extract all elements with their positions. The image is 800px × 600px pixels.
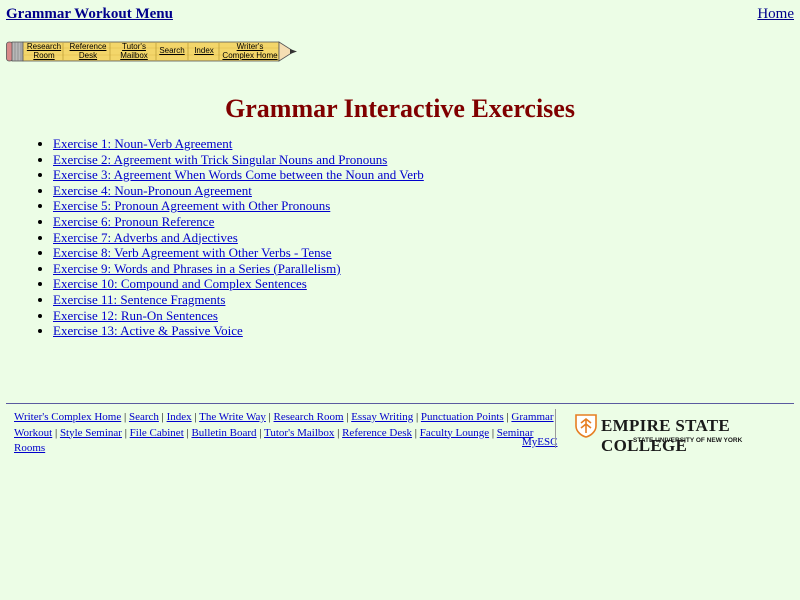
footer-link[interactable]: Reference Desk [342,427,412,439]
exercise-link-13[interactable]: Exercise 13: Active & Passive Voice [53,323,243,338]
footer-link[interactable]: Essay Writing [351,411,413,423]
footer-links: Writer's Complex Home | Search | Index |… [14,410,556,457]
exercise-item: Exercise 12: Run-On Sentences [53,308,424,324]
pencil-nav-reference-desk[interactable]: Reference Desk [68,42,108,61]
exercise-link-10[interactable]: Exercise 10: Compound and Complex Senten… [53,276,307,291]
esc-logo[interactable]: EMPIRE STATE COLLEGE STATE UNIVERSITY OF… [575,413,775,455]
footer-link[interactable]: Research Room [274,411,344,423]
footer-link[interactable]: Punctuation Points [421,411,504,423]
exercise-item: Exercise 4: Noun-Pronoun Agreement [53,183,424,199]
footer-link[interactable]: File Cabinet [130,427,184,439]
footer-link[interactable]: Search [129,411,159,423]
exercise-item: Exercise 8: Verb Agreement with Other Ve… [53,245,424,261]
exercise-list: Exercise 1: Noun-Verb AgreementExercise … [13,136,424,339]
page-title: Grammar Interactive Exercises [225,94,575,123]
footer-separator: | [334,426,343,439]
top-bar: Grammar Workout Menu Home [6,6,794,26]
myesc-link[interactable]: MyESC [522,436,557,448]
pencil-nav-index[interactable]: Index [190,42,218,61]
footer-separator: | [121,426,130,439]
footer-separator: | [265,411,274,423]
footer-vertical-divider [555,409,556,448]
home-link[interactable]: Home [757,6,794,23]
footer-separator: | [158,411,167,423]
exercise-link-2[interactable]: Exercise 2: Agreement with Trick Singula… [53,152,387,167]
footer-link[interactable]: Index [167,411,192,423]
grammar-workout-menu-link[interactable]: Grammar Workout Menu [6,6,173,23]
footer-separator: | [52,426,60,439]
exercise-link-8[interactable]: Exercise 8: Verb Agreement with Other Ve… [53,245,332,260]
pencil-nav-tutors-mailbox[interactable]: Tutor's Mailbox [116,42,152,61]
pencil-nav-research-room[interactable]: Research Room [25,42,63,61]
footer-link[interactable]: Writer's Complex Home [14,411,121,423]
exercise-link-7[interactable]: Exercise 7: Adverbs and Adjectives [53,230,238,245]
footer-link[interactable]: The Write Way [199,411,266,423]
exercise-link-9[interactable]: Exercise 9: Words and Phrases in a Serie… [53,261,341,276]
pencil-nav-search[interactable]: Search [157,42,187,61]
esc-logo-subtitle: STATE UNIVERSITY OF NEW YORK [633,437,743,444]
footer-link[interactable]: Bulletin Board [191,427,256,439]
footer-link[interactable]: Faculty Lounge [420,427,489,439]
exercise-item: Exercise 3: Agreement When Words Come be… [53,167,424,183]
exercise-item: Exercise 9: Words and Phrases in a Serie… [53,261,424,277]
pencil-nav-bar: Research Room Reference Desk Tutor's Mai… [6,41,298,62]
footer-link[interactable]: Style Seminar [60,427,122,439]
footer-separator: | [413,411,421,423]
exercise-link-5[interactable]: Exercise 5: Pronoun Agreement with Other… [53,198,330,213]
exercise-item: Exercise 2: Agreement with Trick Singula… [53,152,424,168]
exercise-link-6[interactable]: Exercise 6: Pronoun Reference [53,214,214,229]
esc-logo-name: EMPIRE STATE COLLEGE [601,416,731,455]
exercise-item: Exercise 1: Noun-Verb Agreement [53,136,424,152]
esc-shield-icon [575,414,597,438]
footer-separator: | [121,411,129,423]
footer-separator: | [489,426,497,439]
exercise-link-4[interactable]: Exercise 4: Noun-Pronoun Agreement [53,183,252,198]
exercise-link-11[interactable]: Exercise 11: Sentence Fragments [53,292,225,307]
exercise-item: Exercise 10: Compound and Complex Senten… [53,276,424,292]
exercise-item: Exercise 11: Sentence Fragments [53,292,424,308]
exercise-link-1[interactable]: Exercise 1: Noun-Verb Agreement [53,136,232,151]
footer-divider [6,403,794,404]
footer-separator: | [256,426,265,439]
exercise-item: Exercise 6: Pronoun Reference [53,214,424,230]
pencil-nav-writers-complex-home[interactable]: Writer's Complex Home [221,42,279,61]
exercise-item: Exercise 13: Active & Passive Voice [53,323,424,339]
exercise-item: Exercise 5: Pronoun Agreement with Other… [53,198,424,214]
exercise-item: Exercise 7: Adverbs and Adjectives [53,230,424,246]
exercise-link-12[interactable]: Exercise 12: Run-On Sentences [53,308,218,323]
footer-separator: | [412,426,420,439]
exercise-link-3[interactable]: Exercise 3: Agreement When Words Come be… [53,167,424,182]
footer-link[interactable]: Tutor's Mailbox [264,427,334,439]
